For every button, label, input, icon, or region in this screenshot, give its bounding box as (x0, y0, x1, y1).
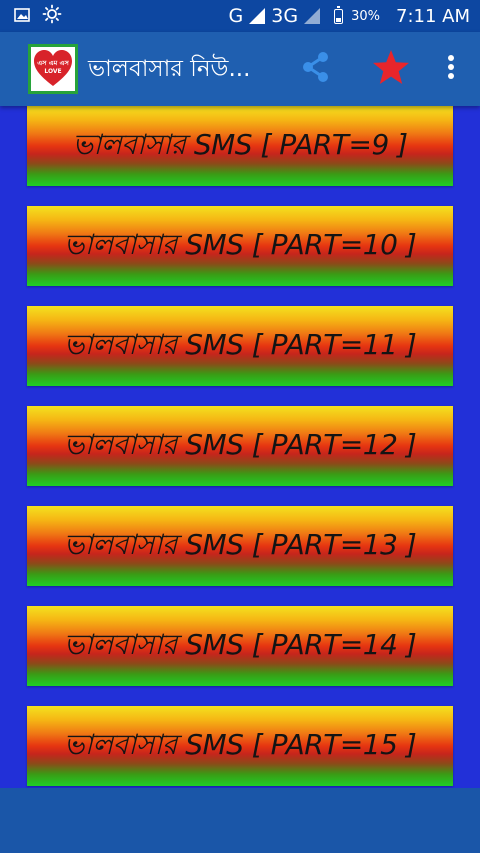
gallery-notification-icon (14, 7, 30, 26)
list-item-label: ভালবাসার SMS [ PART=11 ] (63, 327, 417, 361)
favorite-button[interactable] (368, 32, 414, 106)
network-type-label: 3G (271, 5, 299, 27)
battery-percent: 30% (351, 8, 380, 24)
list-item-part-12[interactable]: ভালবাসার SMS [ PART=12 ] (27, 406, 453, 486)
share-icon (299, 50, 333, 88)
list-item-part-9[interactable]: ভালবাসার SMS [ PART=9 ] (27, 106, 453, 186)
share-button[interactable] (294, 32, 338, 106)
battery-icon (334, 5, 344, 24)
status-notifications (14, 4, 62, 28)
list-item-label: ভালবাসার SMS [ PART=9 ] (72, 127, 408, 161)
list-item-label: ভালবাসার SMS [ PART=14 ] (63, 627, 417, 661)
app-logo: এস এম এস LOVE (28, 44, 78, 94)
star-icon (372, 49, 410, 89)
bottom-area (0, 788, 480, 853)
list-item-part-11[interactable]: ভালবাসার SMS [ PART=11 ] (27, 306, 453, 386)
overflow-menu-button[interactable] (436, 32, 466, 106)
sms-part-list[interactable]: ভালবাসার SMS [ PART=9 ] ভালবাসার SMS [ P… (0, 106, 480, 788)
app-title: ভালবাসার নিউ... (88, 55, 251, 82)
clock: 7:11 AM (396, 5, 470, 27)
status-indicators: G 3G 30% 7:11 AM (229, 5, 470, 27)
svg-text:LOVE: LOVE (44, 68, 61, 75)
brightness-notification-icon (42, 4, 62, 28)
list-item-label: ভালবাসার SMS [ PART=12 ] (63, 427, 417, 461)
list-item-part-13[interactable]: ভালবাসার SMS [ PART=13 ] (27, 506, 453, 586)
list-item-part-10[interactable]: ভালবাসার SMS [ PART=10 ] (27, 206, 453, 286)
status-bar: G 3G 30% 7:11 AM (0, 0, 480, 32)
svg-text:এস এম এস: এস এম এস (37, 59, 69, 67)
signal-icon (249, 8, 266, 24)
list-item-part-15[interactable]: ভালবাসার SMS [ PART=15 ] (27, 706, 453, 786)
list-item-label: ভালবাসার SMS [ PART=15 ] (63, 727, 417, 761)
app-bar: এস এম এস LOVE ভালবাসার নিউ... (0, 32, 480, 106)
list-item-label: ভালবাসার SMS [ PART=10 ] (63, 227, 417, 261)
more-vert-icon (447, 54, 455, 84)
list-item-part-14[interactable]: ভালবাসার SMS [ PART=14 ] (27, 606, 453, 686)
network-label: G (228, 5, 244, 27)
list-item-label: ভালবাসার SMS [ PART=13 ] (63, 527, 417, 561)
signal-icon-secondary (304, 8, 321, 24)
